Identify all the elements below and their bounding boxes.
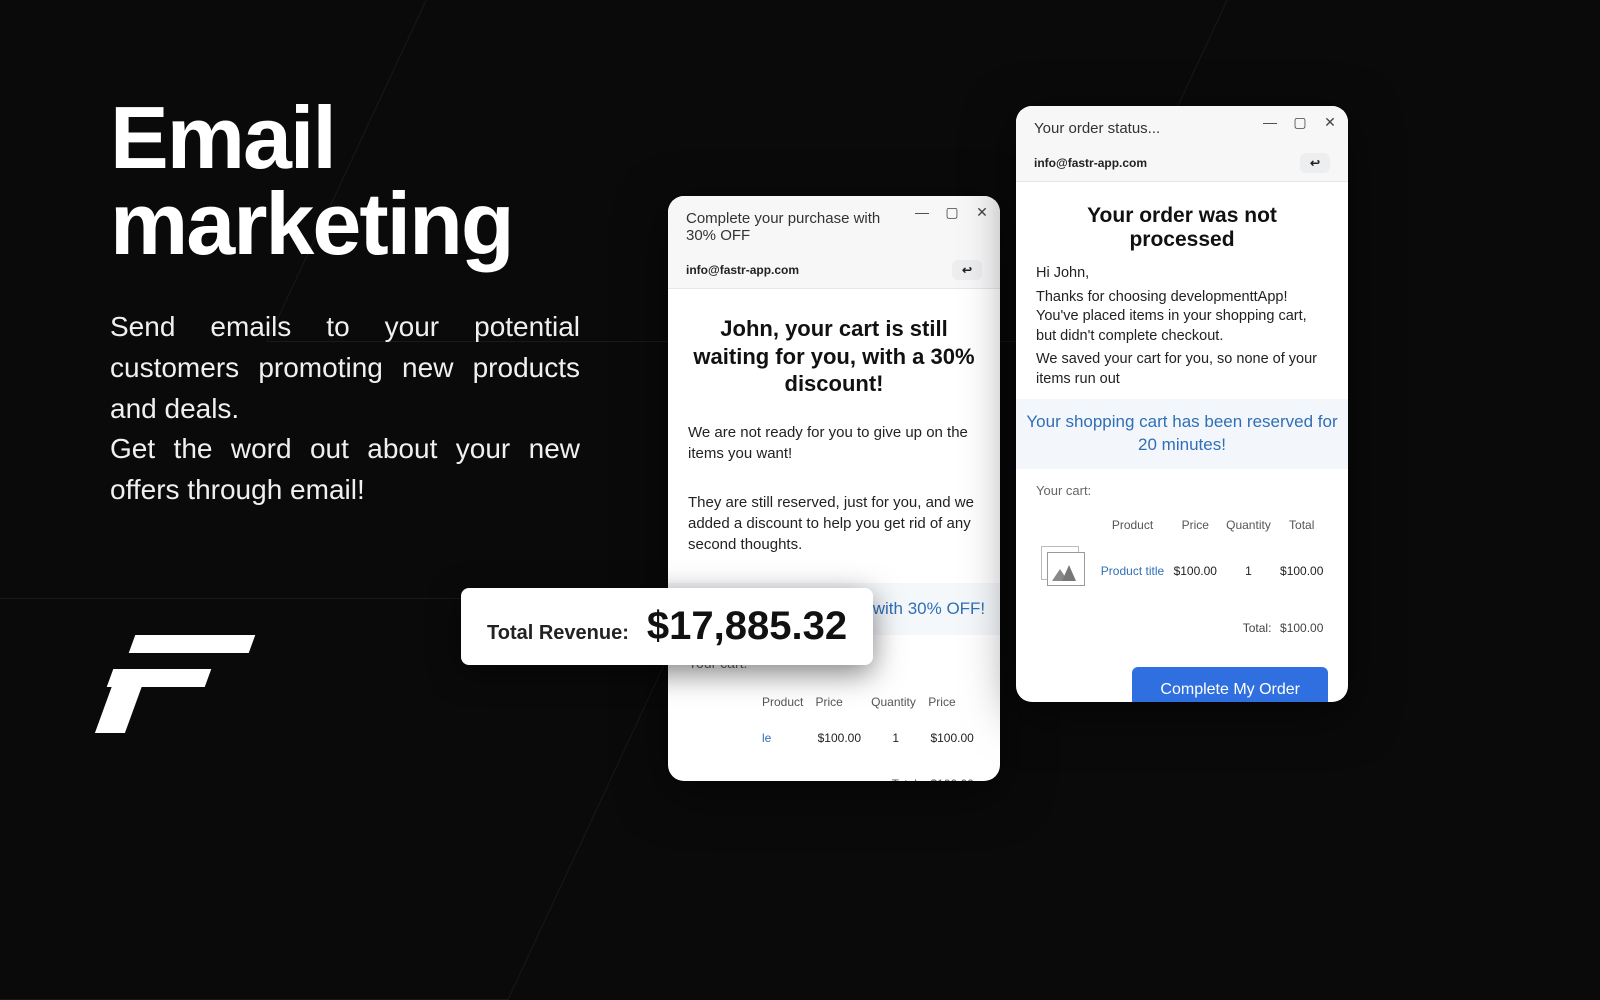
email1-cart-table: Product Price Quantity Price le $100.00 … xyxy=(688,689,980,782)
window-controls: — ▢ ✕ xyxy=(1262,114,1338,130)
total-row: Total: $100.00 xyxy=(1036,603,1328,649)
col-product: Product xyxy=(758,689,811,715)
email1-para1: We are not ready for you to give up on t… xyxy=(688,422,980,464)
product-link[interactable]: le xyxy=(758,715,811,761)
table-header-row: Product Price Quantity Price xyxy=(688,689,980,715)
total-label: Total: xyxy=(1222,603,1276,649)
email2-para1: Thanks for choosing developmenttApp! You… xyxy=(1036,288,1328,347)
hero-paragraph: Send emails to your potential customers … xyxy=(110,307,580,510)
col-quantity: Quantity xyxy=(1222,512,1276,538)
email2-header: — ▢ ✕ Your order status... info@fastr-ap… xyxy=(1016,106,1348,182)
revenue-amount: $17,885.32 xyxy=(647,604,847,649)
email2-para2: We saved your cart for you, so none of y… xyxy=(1036,350,1328,389)
maximize-icon[interactable]: ▢ xyxy=(1292,114,1308,130)
col-line-price: Price xyxy=(924,689,980,715)
table-header-row: Product Price Quantity Total xyxy=(1036,512,1328,538)
email2-greeting: Hi John, xyxy=(1036,264,1328,284)
hero-title: Email marketing xyxy=(110,95,580,267)
email1-body: John, your cart is still waiting for you… xyxy=(668,289,1000,781)
table-row: le $100.00 1 $100.00 xyxy=(688,715,980,761)
close-icon[interactable]: ✕ xyxy=(1322,114,1338,130)
close-icon[interactable]: ✕ xyxy=(974,204,990,220)
complete-order-button[interactable]: Complete My Order xyxy=(1132,667,1328,702)
window-controls: — ▢ ✕ xyxy=(914,204,990,220)
row-total: $100.00 xyxy=(1275,538,1328,603)
reply-icon[interactable]: ↩ xyxy=(1300,153,1330,173)
minimize-icon[interactable]: — xyxy=(1262,114,1278,130)
row-line-price: $100.00 xyxy=(924,715,980,761)
total-label: Total: xyxy=(867,761,924,782)
total-value: $100.00 xyxy=(924,761,980,782)
email2-cart-label: Your cart: xyxy=(1036,483,1328,498)
minimize-icon[interactable]: — xyxy=(914,204,930,220)
email2-heading: Your order was not processed xyxy=(1036,204,1328,252)
email1-header: — ▢ ✕ Complete your purchase with 30% OF… xyxy=(668,196,1000,289)
hero-section: Email marketing Send emails to your pote… xyxy=(110,95,580,510)
email1-heading: John, your cart is still waiting for you… xyxy=(688,315,980,398)
col-product: Product xyxy=(1096,512,1169,538)
reply-icon[interactable]: ↩ xyxy=(952,260,982,280)
row-price: $100.00 xyxy=(1169,538,1222,603)
email2-from: info@fastr-app.com xyxy=(1034,156,1147,170)
total-value: $100.00 xyxy=(1275,603,1328,649)
maximize-icon[interactable]: ▢ xyxy=(944,204,960,220)
hero-title-line2: marketing xyxy=(110,174,513,273)
table-row: Product title $100.00 1 $100.00 xyxy=(1036,538,1328,603)
email1-para2: They are still reserved, just for you, a… xyxy=(688,492,980,555)
email1-from: info@fastr-app.com xyxy=(686,263,799,277)
col-quantity: Quantity xyxy=(867,689,924,715)
revenue-label: Total Revenue: xyxy=(487,622,629,645)
revenue-card: Total Revenue: $17,885.32 xyxy=(461,588,873,665)
product-link[interactable]: Product title xyxy=(1096,538,1169,603)
fastr-logo-icon xyxy=(110,635,240,735)
total-row: Total: $100.00 xyxy=(688,761,980,782)
email2-cart-table: Product Price Quantity Total Product tit… xyxy=(1036,512,1328,649)
email-preview-order-status: — ▢ ✕ Your order status... info@fastr-ap… xyxy=(1016,106,1348,702)
email2-banner: Your shopping cart has been reserved for… xyxy=(1016,399,1348,469)
email-preview-discount: — ▢ ✕ Complete your purchase with 30% OF… xyxy=(668,196,1000,781)
col-price: Price xyxy=(811,689,867,715)
email2-body: Your order was not processed Hi John, Th… xyxy=(1016,182,1348,702)
product-image-placeholder xyxy=(1036,538,1096,603)
hero-title-line1: Email xyxy=(110,88,335,187)
row-price: $100.00 xyxy=(811,715,867,761)
row-qty: 1 xyxy=(1222,538,1276,603)
row-qty: 1 xyxy=(867,715,924,761)
col-total: Total xyxy=(1275,512,1328,538)
col-price: Price xyxy=(1169,512,1222,538)
